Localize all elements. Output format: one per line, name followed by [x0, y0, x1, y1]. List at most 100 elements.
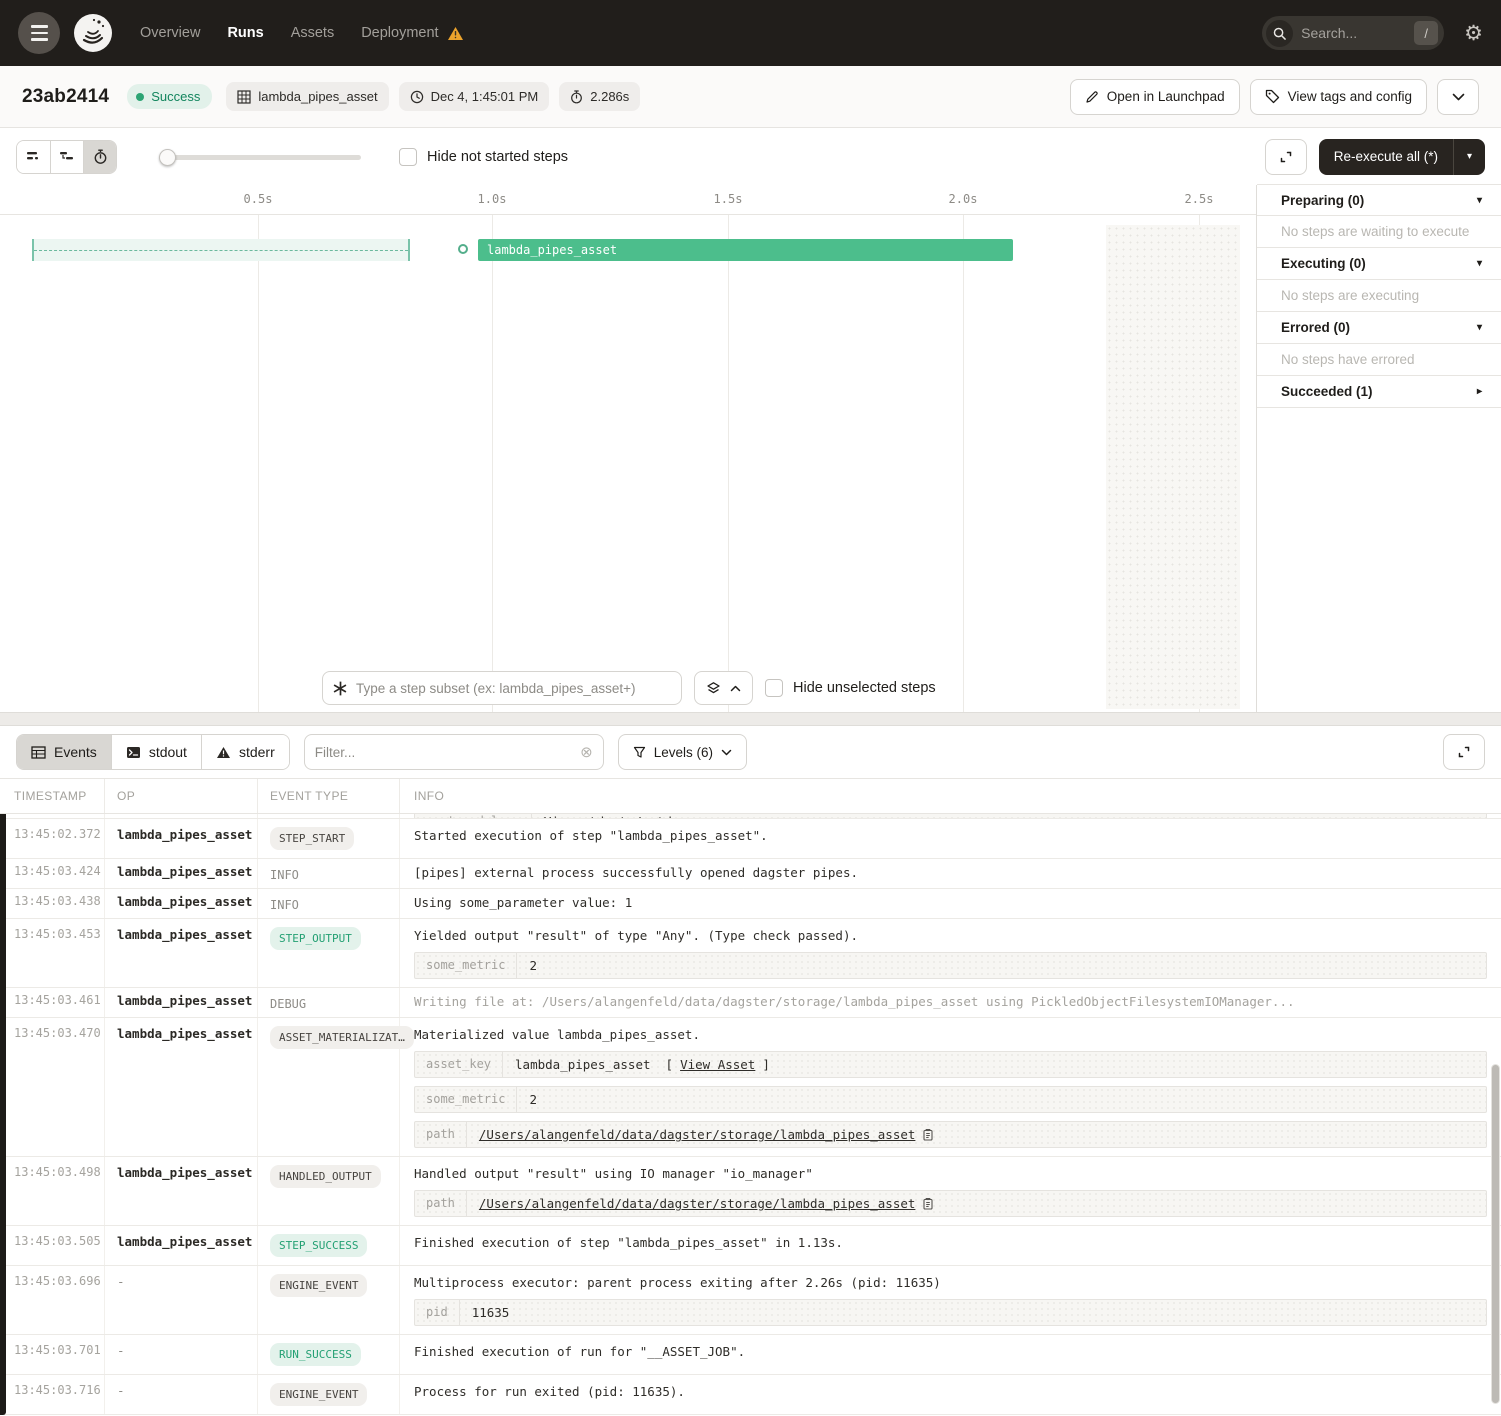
section-title: Succeeded (1) [1281, 384, 1373, 399]
tab-stderr[interactable]: stderr [201, 735, 289, 769]
nav-link-assets[interactable]: Assets [291, 25, 335, 41]
clear-filter-icon[interactable]: ⊗ [580, 743, 593, 761]
hide-unselected-checkbox[interactable] [765, 679, 783, 697]
hide-not-started-checkbox[interactable] [399, 148, 417, 166]
reexecute-split-button: Re-execute all (*) ▾ [1319, 139, 1485, 175]
step-waiting-box [32, 239, 410, 261]
log-row[interactable]: 13:45:02.372lambda_pipes_assetSTEP_START… [0, 819, 1501, 859]
log-row[interactable]: 13:45:03.701-RUN_SUCCESSFinished executi… [0, 1335, 1501, 1375]
nav-link-overview[interactable]: Overview [140, 25, 200, 41]
log-timestamp: 13:45:03.505 [0, 1226, 105, 1265]
metadata-value: lambda_pipes_asset [View Asset] [503, 1052, 782, 1077]
search-shortcut-badge: / [1414, 21, 1438, 45]
hide-unselected-checkbox-row[interactable]: Hide unselected steps [765, 679, 936, 697]
log-timestamp: 13:45:02.372 [0, 819, 105, 858]
event-type-badge: ENGINE_EVENT [270, 1274, 367, 1297]
zoom-slider-knob[interactable] [159, 149, 176, 166]
flat-view-button[interactable] [17, 141, 50, 173]
log-row[interactable]: 13:45:03.470lambda_pipes_assetASSET_MATE… [0, 1018, 1501, 1157]
step-panel-section-errored[interactable]: Errored (0)▾ [1257, 312, 1501, 344]
vertical-scrollbar-thumb[interactable] [1491, 1064, 1500, 1404]
panel-splitter[interactable] [0, 712, 1501, 726]
run-header: 23ab2414 Success lambda_pipes_assetDec 4… [0, 66, 1501, 128]
logs-fullscreen-button[interactable] [1443, 734, 1485, 770]
reexecute-dropdown-caret[interactable]: ▾ [1453, 139, 1485, 175]
metadata-entry: some_metric2 [414, 952, 1487, 979]
open-in-launchpad-button[interactable]: Open in Launchpad [1070, 79, 1240, 115]
run-tag-job-grid[interactable]: lambda_pipes_asset [226, 82, 388, 111]
step-panel-section-preparing[interactable]: Preparing (0)▾ [1257, 184, 1501, 216]
log-row[interactable]: 13:45:03.498lambda_pipes_assetHANDLED_OU… [0, 1157, 1501, 1226]
tab-events[interactable]: Events [17, 735, 111, 769]
levels-filter-button[interactable]: Levels (6) [618, 734, 747, 770]
axis-tick-label: 2.5s [1185, 192, 1214, 206]
log-row[interactable]: 13:45:03.505lambda_pipes_assetSTEP_SUCCE… [0, 1226, 1501, 1266]
section-empty-text: No steps are executing [1257, 280, 1501, 312]
job-grid-icon [237, 90, 251, 104]
column-header-op: OP [105, 779, 258, 813]
hide-not-started-checkbox-row[interactable]: Hide not started steps [399, 148, 568, 166]
section-title: Errored (0) [1281, 320, 1350, 335]
log-message: Writing file at: /Users/alangenfeld/data… [414, 993, 1487, 1010]
copy-path-icon[interactable] [922, 1128, 934, 1141]
event-type-label: INFO [270, 868, 299, 882]
log-filter-input[interactable] [315, 745, 580, 760]
log-row[interactable]: 13:45:03.461lambda_pipes_assetDEBUGWriti… [0, 988, 1501, 1018]
hamburger-menu-button[interactable] [18, 12, 60, 54]
view-asset-link[interactable]: View Asset [680, 1056, 755, 1073]
step-panel-section-executing[interactable]: Executing (0)▾ [1257, 248, 1501, 280]
gantt-future-region [1106, 225, 1240, 709]
path-link[interactable]: /Users/alangenfeld/data/dagster/storage/… [479, 1126, 916, 1143]
log-row[interactable]: 13:45:03.438lambda_pipes_assetINFOUsing … [0, 889, 1501, 919]
log-row[interactable]: 13:45:03.696-ENGINE_EVENTMultiprocess ex… [0, 1266, 1501, 1335]
log-row[interactable]: 13:45:03.424lambda_pipes_assetINFO[pipes… [0, 859, 1501, 889]
step-panel-section-succeeded[interactable]: Succeeded (1) ▸ [1257, 376, 1501, 408]
gantt-step-bar[interactable]: lambda_pipes_asset [478, 239, 1013, 261]
clock-icon [410, 90, 424, 104]
metadata-key: path [415, 1122, 467, 1147]
path-link[interactable]: /Users/alangenfeld/data/dagster/storage/… [479, 1195, 916, 1212]
step-subset-input[interactable] [356, 681, 671, 696]
copy-path-icon[interactable] [922, 1197, 934, 1210]
stopwatch-icon [570, 90, 583, 104]
log-row[interactable]: 13:45:03.716-ENGINE_EVENTProcess for run… [0, 1375, 1501, 1415]
log-timestamp: 13:45:03.716 [0, 1375, 105, 1414]
log-timestamp: 13:45:03.470 [0, 1018, 105, 1156]
metadata-value: /Users/alangenfeld/data/dagster/storage/… [467, 1122, 947, 1147]
event-type-badge: HANDLED_OUTPUT [270, 1165, 381, 1188]
warning-icon [216, 746, 231, 759]
chevron-down-icon [721, 749, 732, 756]
zoom-slider[interactable] [159, 149, 361, 165]
reexecute-all-button[interactable]: Re-execute all (*) [1319, 139, 1453, 175]
log-op: lambda_pipes_asset [105, 988, 258, 1017]
gantt-time-axis: 0.5s1.0s1.5s2.0s2.5s [0, 185, 1256, 215]
gantt-fullscreen-button[interactable] [1265, 139, 1307, 175]
metadata-entry: pid11635 [414, 1299, 1487, 1326]
nav-links: Overview Runs Assets Deployment [140, 25, 464, 41]
funnel-icon [633, 746, 646, 759]
nav-link-runs[interactable]: Runs [227, 25, 263, 41]
dagster-logo-icon[interactable] [70, 10, 116, 56]
section-title: Preparing (0) [1281, 193, 1364, 208]
left-edge-scrollbar[interactable] [0, 814, 6, 1415]
gear-icon[interactable]: ⚙ [1464, 23, 1483, 44]
search-input[interactable] [1293, 25, 1414, 41]
nav-link-deployment[interactable]: Deployment [361, 25, 463, 41]
layers-toggle-button[interactable] [694, 671, 753, 705]
log-timestamp: 13:45:03.438 [0, 889, 105, 918]
run-header-more-button[interactable] [1437, 79, 1479, 115]
timed-view-button[interactable] [83, 141, 116, 173]
log-row[interactable]: 13:45:03.453lambda_pipes_assetSTEP_OUTPU… [0, 919, 1501, 988]
log-op: lambda_pipes_asset [105, 919, 258, 987]
metadata-key: some_metric [415, 1087, 517, 1112]
axis-tick-label: 2.0s [949, 192, 978, 206]
metadata-key: pid [415, 1300, 460, 1325]
caret-right-icon: ▸ [1477, 386, 1482, 397]
tab-stdout[interactable]: stdout [111, 735, 201, 769]
table-icon [31, 746, 46, 759]
log-timestamp: 13:45:03.424 [0, 859, 105, 888]
waterfall-view-button[interactable] [50, 141, 83, 173]
view-tags-config-button[interactable]: View tags and config [1250, 79, 1427, 115]
metadata-entry: path/Users/alangenfeld/data/dagster/stor… [414, 1121, 1487, 1148]
global-search[interactable]: / [1262, 16, 1444, 50]
